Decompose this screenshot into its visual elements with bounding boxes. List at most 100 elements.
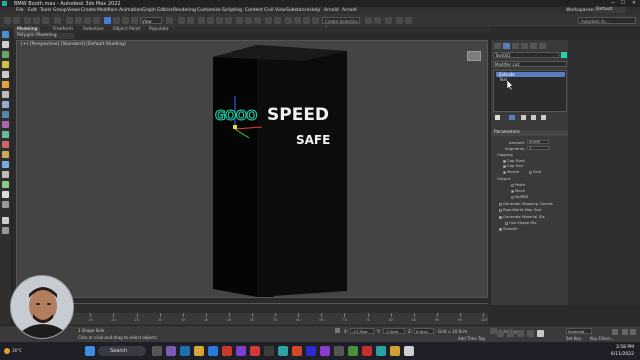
snaps-toggle-icon[interactable] [198, 17, 205, 24]
menu-content[interactable]: Content [245, 8, 263, 13]
previous-frame-icon[interactable] [507, 330, 514, 337]
menu-create[interactable]: Create [81, 8, 96, 13]
redo-icon[interactable] [13, 17, 20, 24]
sort-icon[interactable] [2, 41, 9, 48]
menu-edit[interactable]: Edit [28, 8, 37, 13]
morph-radio[interactable]: Morph [503, 169, 519, 174]
app-icon-5[interactable] [334, 346, 344, 356]
store-icon[interactable] [264, 346, 274, 356]
bind-space-warp-icon[interactable] [42, 17, 49, 24]
z-coordinate-field[interactable]: 0.0cm [414, 328, 434, 334]
task-view-icon[interactable] [152, 346, 162, 356]
select-by-name-icon[interactable] [75, 17, 82, 24]
search-input[interactable]: Autodesk Ac... [578, 17, 636, 24]
use-shape-ids-checkbox[interactable]: Use Shape IDs [505, 220, 536, 225]
minimize-button[interactable]: — [608, 0, 618, 7]
layer-manager-icon[interactable] [2, 217, 9, 224]
taskbar-time[interactable]: 3:58 PM [600, 345, 634, 350]
hierarchy-tab-icon[interactable] [512, 43, 519, 49]
app-icon-1[interactable] [278, 346, 288, 356]
parameters-rollout-header[interactable]: Parameters [491, 130, 569, 136]
object-color-swatch[interactable] [561, 52, 567, 58]
layer-explorer-icon[interactable] [274, 17, 281, 24]
utilities-tab-icon[interactable] [539, 43, 546, 49]
angle-snap-icon[interactable] [207, 17, 214, 24]
remove-modifier-icon[interactable] [531, 115, 536, 120]
modifier-list-dropdown[interactable]: Modifier List [493, 61, 567, 67]
display-invert-icon[interactable] [2, 201, 9, 208]
select-and-scale-icon[interactable] [122, 17, 129, 24]
menu-arnold-2[interactable]: Arnold [342, 8, 357, 13]
reference-coordinate-dropdown[interactable]: View [140, 17, 162, 24]
unlink-icon[interactable] [33, 17, 40, 24]
display-helpers-icon[interactable] [2, 101, 9, 108]
material-editor-icon[interactable] [303, 17, 310, 24]
mail-icon[interactable] [208, 346, 218, 356]
app-icon-3[interactable] [306, 346, 316, 356]
select-object-icon[interactable] [66, 17, 73, 24]
undo-icon[interactable] [4, 17, 11, 24]
menu-help[interactable]: Help [310, 8, 320, 13]
render-frame-window-icon[interactable] [365, 17, 372, 24]
menu-tools[interactable]: Tools [40, 8, 51, 13]
chat-icon[interactable] [166, 346, 176, 356]
selected-dropdown[interactable]: Selected [566, 328, 592, 334]
real-world-checkbox[interactable]: Real-World Map Size [499, 207, 542, 212]
patch-radio[interactable]: Patch [511, 182, 525, 187]
close-button[interactable]: ✕ [629, 0, 639, 7]
named-selection-set-dropdown[interactable]: Create Selection Se [322, 17, 360, 31]
cap-end-checkbox[interactable]: Cap End [503, 163, 523, 168]
next-frame-icon[interactable] [527, 330, 534, 337]
gen-matids-checkbox[interactable]: Generate Material IDs [499, 214, 545, 219]
lock-selection-icon[interactable] [335, 328, 340, 333]
key-filters-button[interactable]: Key Filters... [590, 336, 614, 341]
link-icon[interactable] [24, 17, 31, 24]
render-in-cloud-icon[interactable] [385, 17, 392, 24]
spinner-snap-icon[interactable] [225, 17, 232, 24]
text-gooo[interactable]: GOOO [215, 109, 258, 125]
app-icon-8[interactable] [390, 346, 400, 356]
display-shapes-icon[interactable] [2, 71, 9, 78]
rectangular-selection-icon[interactable] [84, 17, 91, 24]
menu-file[interactable]: File [16, 8, 24, 13]
display-all-icon[interactable] [2, 181, 9, 188]
taskbar-date[interactable]: 6/11/2022 [600, 352, 634, 357]
motion-tab-icon[interactable] [521, 43, 528, 49]
display-bones-icon[interactable] [2, 141, 9, 148]
add-key-icon[interactable] [537, 330, 544, 337]
menu-modifiers[interactable]: Modifiers [97, 8, 118, 13]
app-icon-9[interactable] [404, 346, 414, 356]
mirror-icon[interactable] [245, 17, 252, 24]
start-icon[interactable] [85, 346, 95, 356]
object-name-field[interactable]: Text001 [493, 52, 559, 58]
display-hidden-icon[interactable] [2, 171, 9, 178]
segments-spinner[interactable]: 1 [527, 146, 549, 150]
display-groups-icon[interactable] [2, 121, 9, 128]
taskbar-search[interactable]: Search [98, 346, 146, 356]
display-space-warps-icon[interactable] [2, 111, 9, 118]
mesh-radio[interactable]: Mesh [511, 188, 525, 193]
weather-temp[interactable]: 16°C [12, 348, 22, 353]
tab-selection[interactable]: Selection [80, 27, 107, 33]
arnold-render-icon[interactable] [396, 17, 403, 24]
3ds-max-taskbar-icon[interactable] [376, 346, 386, 356]
display-none-icon[interactable] [2, 51, 9, 58]
edit-named-selection-icon[interactable] [236, 17, 243, 24]
smooth-checkbox[interactable]: Smooth [499, 226, 518, 231]
display-lights-icon[interactable] [2, 81, 9, 88]
display-xrefs-icon[interactable] [2, 131, 9, 138]
y-coordinate-field[interactable]: -2.0cm [383, 328, 405, 334]
menu-group[interactable]: Group [53, 8, 67, 13]
tab-object-paint[interactable]: Object Paint [110, 27, 143, 33]
curve-editor-icon[interactable] [285, 17, 292, 24]
auto-key-button[interactable] [490, 328, 497, 334]
display-cameras-icon[interactable] [2, 91, 9, 98]
schematic-view-icon[interactable] [294, 17, 301, 24]
select-manipulate-icon[interactable] [178, 17, 185, 24]
gen-mapping-checkbox[interactable]: Generate Mapping Coords. [499, 201, 554, 206]
select-and-rotate-icon[interactable] [113, 17, 120, 24]
display-tab-icon[interactable] [530, 43, 537, 49]
add-time-tag[interactable]: Add Time Tag [458, 336, 485, 341]
app-icon-2[interactable] [292, 346, 302, 356]
nurbs-radio[interactable]: NURBS [511, 194, 528, 199]
